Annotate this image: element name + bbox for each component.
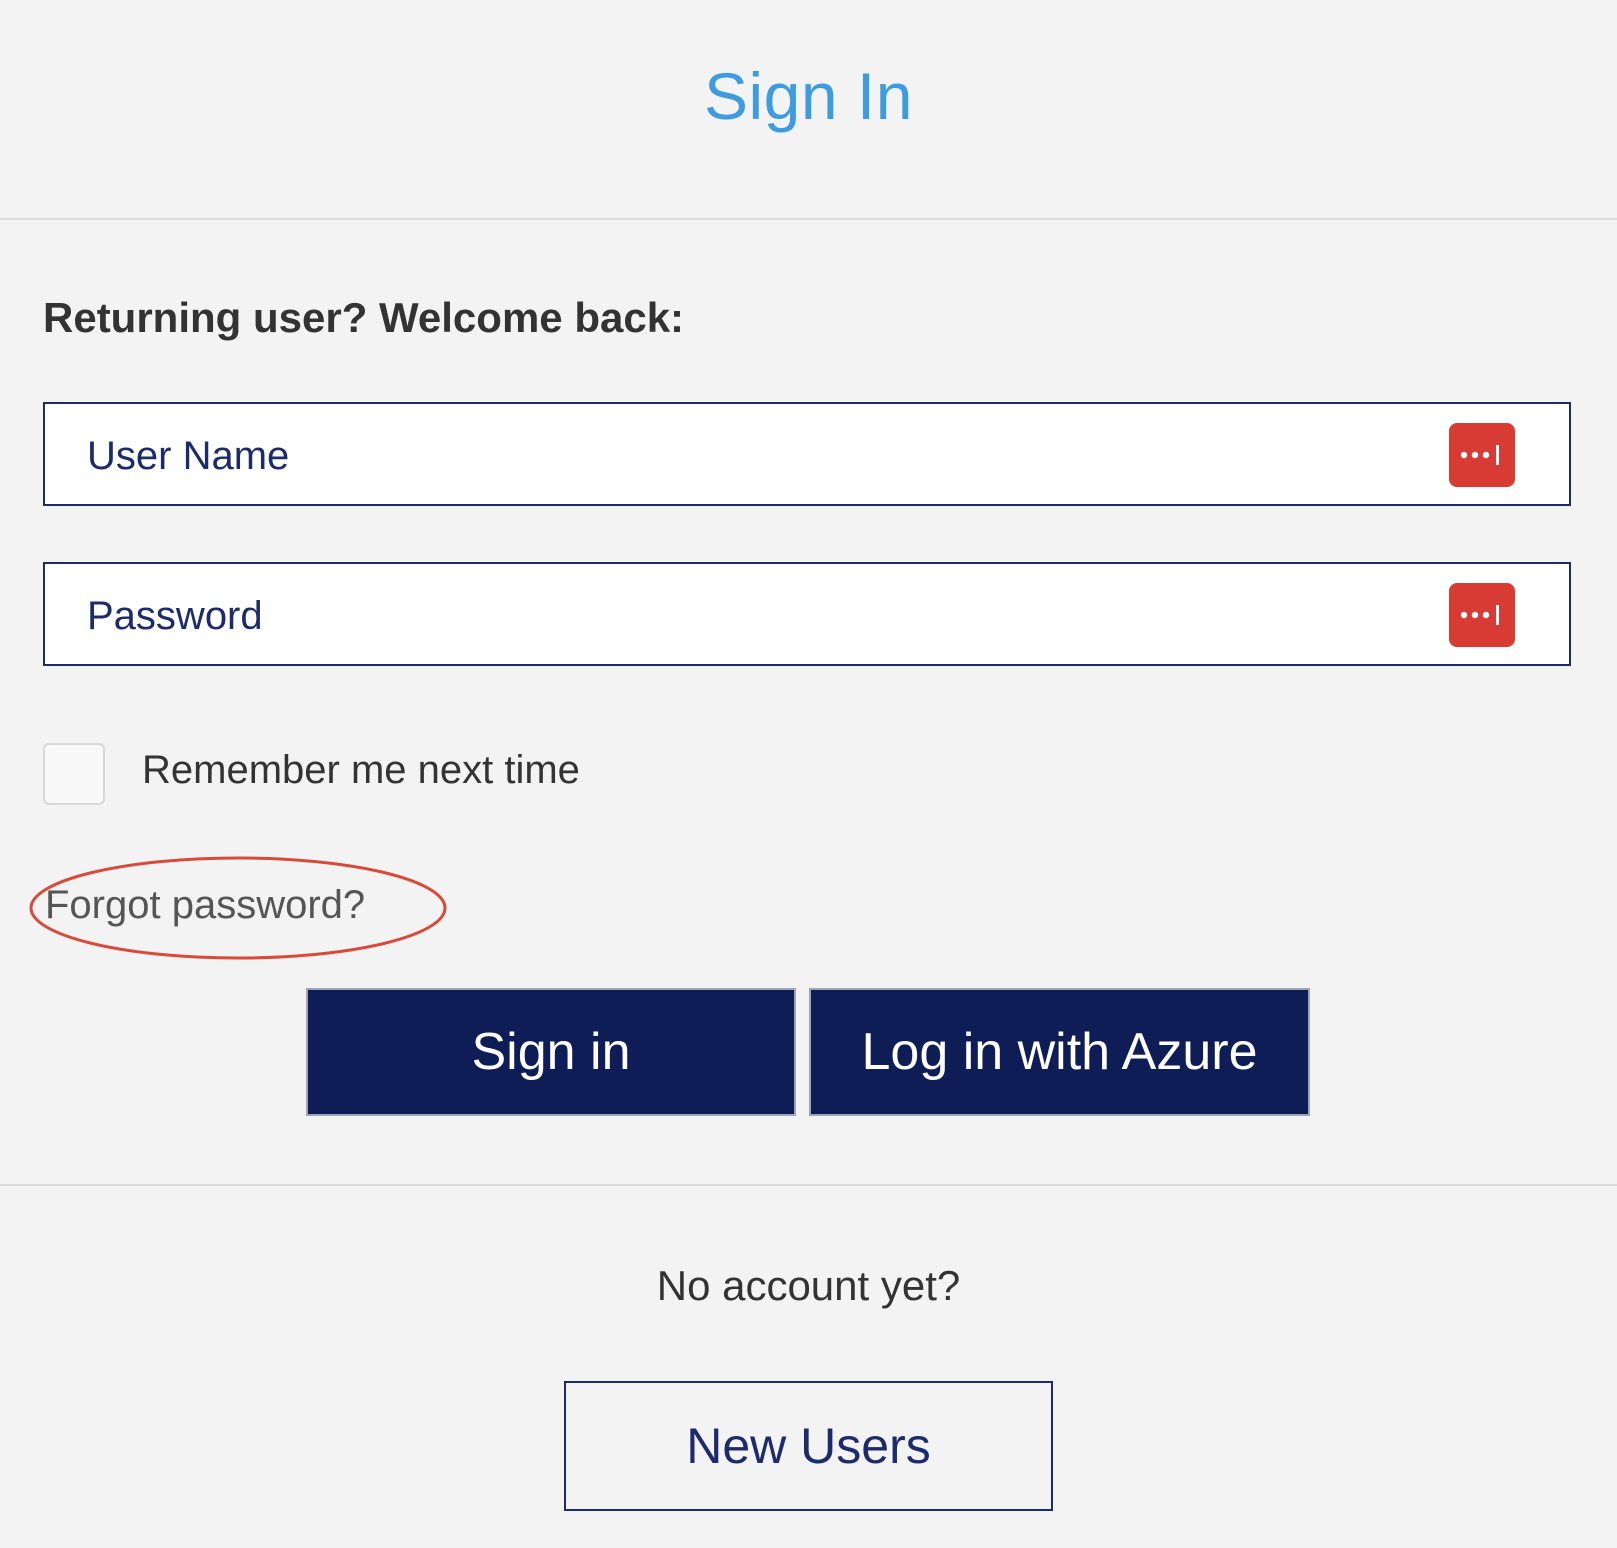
- remember-me-checkbox[interactable]: [43, 743, 105, 805]
- password-placeholder: Password: [87, 594, 263, 638]
- footer-divider: [0, 1184, 1617, 1186]
- sign-in-button[interactable]: Sign in: [306, 988, 796, 1116]
- header-divider: [0, 218, 1617, 220]
- sign-in-page: Sign In Returning user? Welcome back: Us…: [0, 0, 1617, 1548]
- forgot-password-highlight: Forgot password?: [28, 855, 448, 961]
- remember-me-label[interactable]: Remember me next time: [142, 748, 580, 793]
- azure-login-button[interactable]: Log in with Azure: [809, 988, 1310, 1116]
- username-placeholder: User Name: [87, 434, 290, 478]
- password-manager-icon[interactable]: [1449, 423, 1515, 487]
- username-field[interactable]: User Name: [43, 402, 1571, 506]
- forgot-password-link[interactable]: Forgot password?: [45, 883, 365, 928]
- page-title: Sign In: [704, 59, 913, 133]
- returning-user-heading: Returning user? Welcome back:: [43, 294, 685, 341]
- no-account-text: No account yet?: [656, 1262, 961, 1309]
- password-manager-icon[interactable]: [1449, 583, 1515, 647]
- new-users-button[interactable]: New Users: [564, 1381, 1053, 1511]
- password-field[interactable]: Password: [43, 562, 1571, 666]
